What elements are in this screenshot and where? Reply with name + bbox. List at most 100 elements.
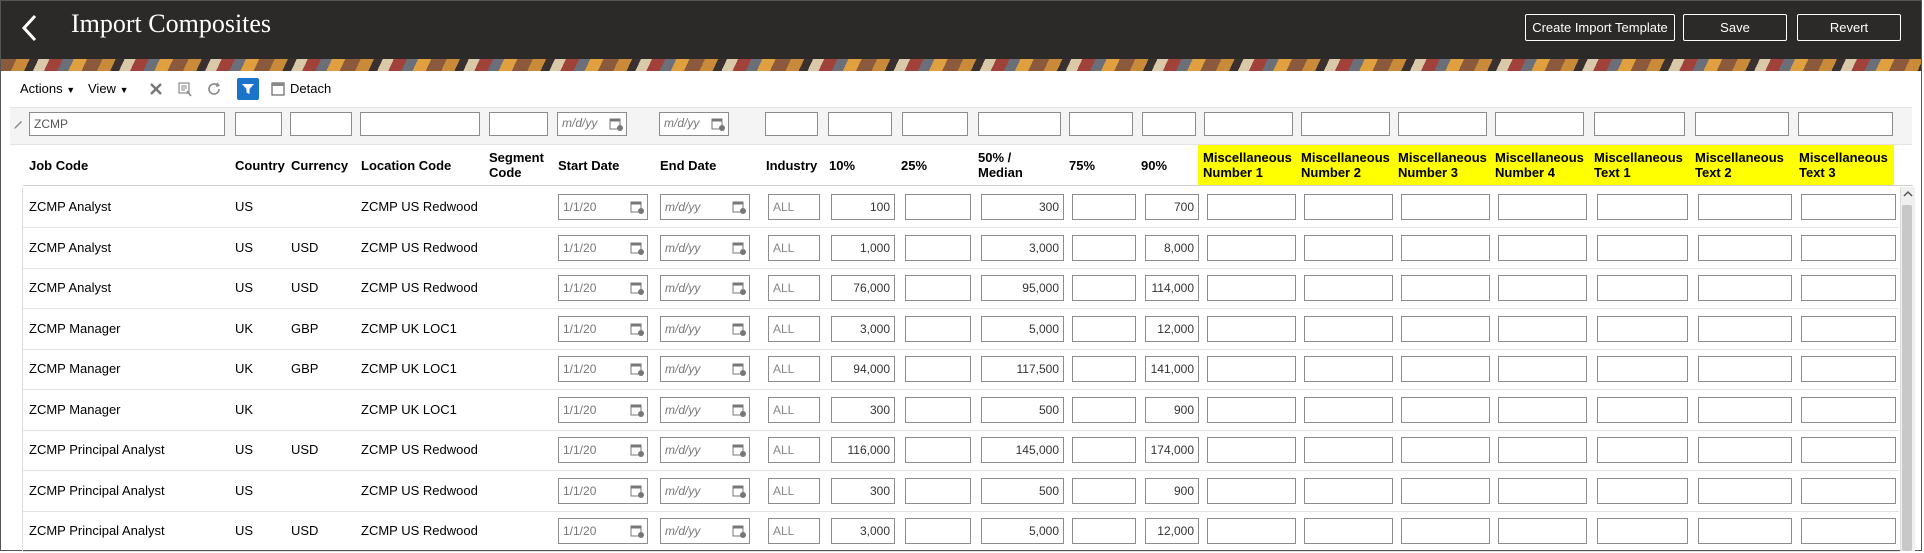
col-header-country[interactable]: Country: [235, 145, 285, 185]
calendar-icon[interactable]: [732, 403, 746, 417]
filter-location-code-input[interactable]: [360, 112, 480, 136]
filter-country-input[interactable]: [235, 112, 282, 136]
cell-end-date-input[interactable]: m/d/yy: [660, 437, 750, 463]
cell-end-date-input[interactable]: m/d/yy: [660, 477, 750, 504]
cell-p25-input[interactable]: [905, 275, 971, 301]
cell-misc-text-2-input[interactable]: [1698, 275, 1792, 301]
cell-misc-number-2-input[interactable]: [1304, 356, 1393, 382]
cell-misc-text-2-input[interactable]: [1698, 396, 1792, 423]
cell-p10-input[interactable]: 300: [831, 396, 895, 423]
cell-misc-number-4-input[interactable]: [1498, 477, 1587, 504]
cell-start-date-input[interactable]: 1/1/20: [558, 275, 648, 301]
calendar-icon[interactable]: [630, 443, 644, 457]
actions-menu[interactable]: Actions ▼: [20, 81, 75, 96]
cell-misc-number-4-input[interactable]: [1498, 437, 1587, 463]
col-header-misc-text-3[interactable]: Miscellaneous Text 3: [1794, 145, 1894, 185]
filter-currency-input[interactable]: [290, 112, 352, 136]
calendar-icon[interactable]: [630, 524, 644, 538]
cell-misc-number-4-input[interactable]: [1498, 356, 1587, 382]
cell-end-date-input[interactable]: m/d/yy: [660, 315, 750, 342]
cell-misc-text-2-input[interactable]: [1698, 194, 1792, 220]
cell-p75-input[interactable]: [1072, 234, 1136, 261]
cell-p50-input[interactable]: 500: [981, 396, 1064, 423]
cell-end-date-input[interactable]: m/d/yy: [660, 194, 750, 220]
table-row[interactable]: ZCMP Principal Analyst US ZCMP US Redwoo…: [23, 471, 1899, 512]
cell-misc-text-1-input[interactable]: [1597, 194, 1688, 220]
cell-industry-input[interactable]: ALL: [768, 396, 820, 423]
cell-misc-text-2-input[interactable]: [1698, 437, 1792, 463]
cell-misc-text-3-input[interactable]: [1801, 356, 1896, 382]
cell-p10-input[interactable]: 3,000: [831, 518, 895, 544]
cell-industry-input[interactable]: ALL: [768, 518, 820, 544]
cell-p90-input[interactable]: 174,000: [1145, 437, 1199, 463]
cell-industry-input[interactable]: ALL: [768, 234, 820, 261]
cell-p90-input[interactable]: 900: [1145, 396, 1199, 423]
col-header-p10[interactable]: 10%: [829, 145, 889, 185]
cell-misc-number-3-input[interactable]: [1401, 356, 1490, 382]
col-header-industry[interactable]: Industry: [766, 145, 826, 185]
cell-industry-input[interactable]: ALL: [768, 477, 820, 504]
cell-start-date-input[interactable]: 1/1/20: [558, 518, 648, 544]
filter-p25-input[interactable]: [902, 112, 968, 136]
cell-p25-input[interactable]: [905, 477, 971, 504]
filter-job-code-input[interactable]: [29, 112, 225, 136]
calendar-icon[interactable]: [609, 117, 623, 131]
calendar-icon[interactable]: [630, 200, 644, 214]
cell-p25-input[interactable]: [905, 234, 971, 261]
cell-misc-number-1-input[interactable]: [1207, 396, 1296, 423]
col-header-misc-text-1[interactable]: Miscellaneous Text 1: [1589, 145, 1690, 185]
table-row[interactable]: ZCMP Principal Analyst US USD ZCMP US Re…: [23, 430, 1899, 471]
col-header-start-date[interactable]: Start Date: [558, 145, 648, 185]
calendar-icon[interactable]: [630, 362, 644, 376]
cell-misc-number-3-input[interactable]: [1401, 315, 1490, 342]
cell-start-date-input[interactable]: 1/1/20: [558, 234, 648, 261]
col-header-job-code[interactable]: Job Code: [29, 145, 189, 185]
col-header-p25[interactable]: 25%: [901, 145, 961, 185]
calendar-icon[interactable]: [630, 484, 644, 498]
col-header-misc-number-2[interactable]: Miscellaneous Number 2: [1296, 145, 1393, 185]
calendar-icon[interactable]: [732, 322, 746, 336]
cell-misc-text-1-input[interactable]: [1597, 477, 1688, 504]
col-header-p50[interactable]: 50% / Median: [978, 145, 1038, 185]
filter-misc-number-4-input[interactable]: [1495, 112, 1584, 136]
cell-misc-text-3-input[interactable]: [1801, 275, 1896, 301]
cell-misc-text-1-input[interactable]: [1597, 234, 1688, 261]
calendar-icon[interactable]: [732, 443, 746, 457]
table-row[interactable]: ZCMP Manager UK ZCMP UK LOC1 1/1/20 m/d/…: [23, 390, 1899, 431]
cell-misc-text-1-input[interactable]: [1597, 315, 1688, 342]
cell-misc-number-3-input[interactable]: [1401, 275, 1490, 301]
cell-p90-input[interactable]: 141,000: [1145, 356, 1199, 382]
cell-misc-number-4-input[interactable]: [1498, 315, 1587, 342]
cell-misc-number-1-input[interactable]: [1207, 234, 1296, 261]
cell-misc-number-4-input[interactable]: [1498, 234, 1587, 261]
detach-button[interactable]: Detach: [290, 81, 331, 96]
col-header-p90[interactable]: 90%: [1141, 145, 1201, 185]
cell-industry-input[interactable]: ALL: [768, 315, 820, 342]
cell-end-date-input[interactable]: m/d/yy: [660, 518, 750, 544]
cell-p90-input[interactable]: 114,000: [1145, 275, 1199, 301]
view-menu[interactable]: View ▼: [88, 81, 129, 96]
calendar-icon[interactable]: [732, 484, 746, 498]
scroll-up-icon[interactable]: [1903, 189, 1913, 199]
create-import-template-button[interactable]: Create Import Template: [1525, 14, 1675, 41]
cell-misc-number-1-input[interactable]: [1207, 315, 1296, 342]
calendar-icon[interactable]: [630, 281, 644, 295]
cell-p90-input[interactable]: 8,000: [1145, 234, 1199, 261]
filter-segment-code-input[interactable]: [489, 112, 548, 136]
cell-misc-text-3-input[interactable]: [1801, 518, 1896, 544]
filter-misc-text-3-input[interactable]: [1798, 112, 1893, 136]
cell-misc-number-4-input[interactable]: [1498, 396, 1587, 423]
cell-p75-input[interactable]: [1072, 477, 1136, 504]
cell-misc-number-3-input[interactable]: [1401, 518, 1490, 544]
calendar-icon[interactable]: [711, 117, 725, 131]
cell-industry-input[interactable]: ALL: [768, 275, 820, 301]
cell-misc-number-2-input[interactable]: [1304, 477, 1393, 504]
filter-misc-text-1-input[interactable]: [1594, 112, 1685, 136]
delete-icon[interactable]: [147, 80, 165, 98]
calendar-icon[interactable]: [732, 241, 746, 255]
filter-misc-number-1-input[interactable]: [1204, 112, 1293, 136]
cell-misc-number-2-input[interactable]: [1304, 396, 1393, 423]
table-row[interactable]: ZCMP Manager UK GBP ZCMP UK LOC1 1/1/20 …: [23, 309, 1899, 350]
cell-start-date-input[interactable]: 1/1/20: [558, 315, 648, 342]
cell-p10-input[interactable]: 300: [831, 477, 895, 504]
